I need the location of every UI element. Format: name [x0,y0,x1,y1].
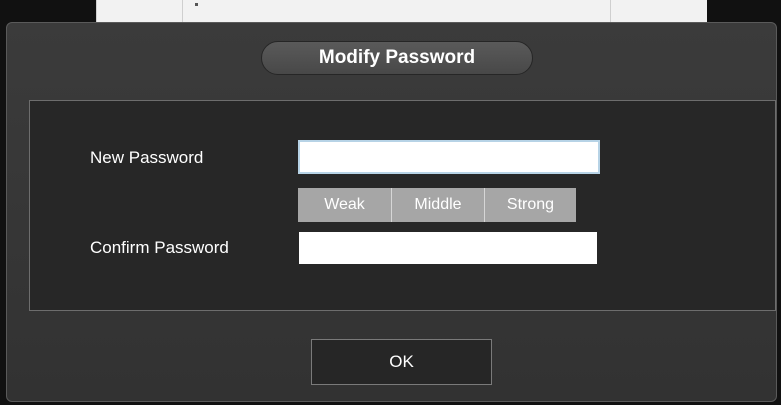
new-password-input[interactable] [298,140,600,174]
strength-middle: Middle [391,188,484,222]
confirm-password-label: Confirm Password [90,238,229,257]
password-form-panel: New Password Weak Middle Strong Confirm … [29,100,776,311]
strength-weak: Weak [298,188,391,222]
new-password-label: New Password [90,148,204,167]
background-mark [195,3,198,6]
ok-button[interactable]: OK [311,339,492,385]
background-window [96,0,707,22]
confirm-password-input[interactable] [299,232,597,264]
dialog-title: Modify Password [261,41,533,75]
strength-strong: Strong [484,188,576,222]
modify-password-dialog: Modify Password New Password Weak Middle… [6,22,777,402]
password-strength-indicator: Weak Middle Strong [298,188,576,222]
background-column-divider [182,0,183,22]
background-column-divider [610,0,611,22]
